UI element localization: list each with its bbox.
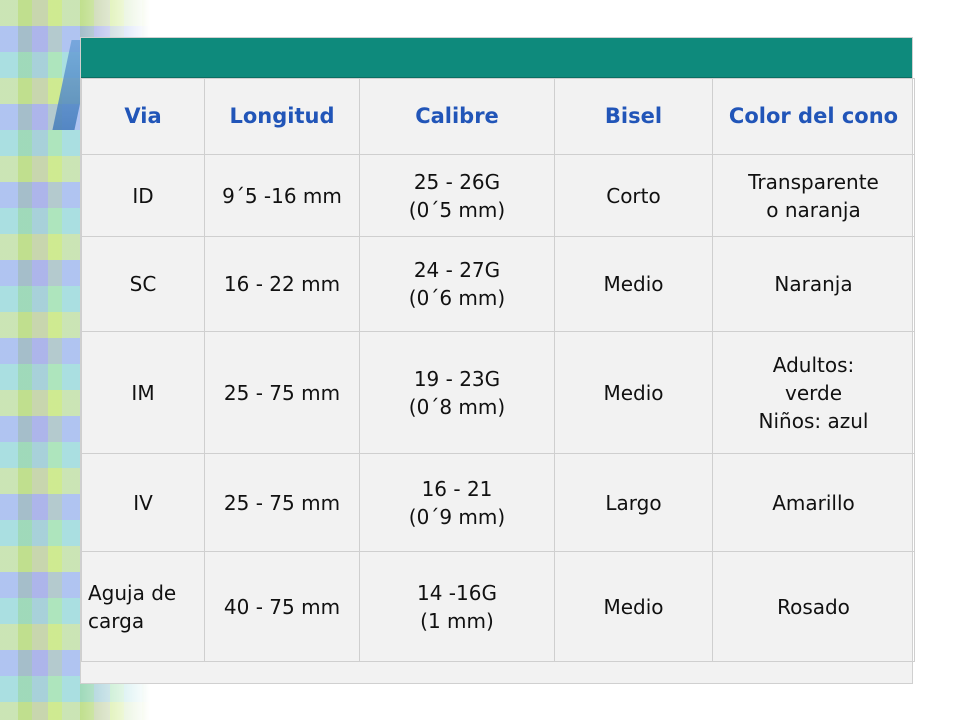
calibre-diameter: (0´5 mm): [408, 197, 506, 222]
cell-bisel: Medio: [554, 236, 713, 332]
calibre-gauge: 24 - 27G: [413, 258, 501, 282]
table-header-row: Via Longitud Calibre Bisel Color del con…: [81, 78, 915, 155]
cell-via: IV: [81, 453, 205, 552]
color-line: Amarillo: [772, 490, 855, 515]
header-calibre: Calibre: [359, 78, 555, 155]
cell-via: SC: [81, 236, 205, 332]
header-longitud: Longitud: [204, 78, 360, 155]
table-row: IV 25 - 75 mm 16 - 21 (0´9 mm) Largo Ama…: [81, 453, 915, 552]
color-line: Naranja: [774, 272, 853, 296]
color-line: verde: [784, 380, 842, 405]
via-line: Aguja de: [88, 580, 177, 605]
via-line: carga: [88, 608, 145, 633]
cell-via: Aguja de carga: [81, 551, 205, 662]
cell-calibre: 25 - 26G (0´5 mm): [359, 154, 555, 237]
cell-longitud: 9´5 -16 mm: [204, 154, 360, 237]
table-row: IM 25 - 75 mm 19 - 23G (0´8 mm) Medio Ad…: [81, 331, 915, 454]
table-row: ID 9´5 -16 mm 25 - 26G (0´5 mm) Corto Tr…: [81, 154, 915, 237]
calibre-diameter: (0´6 mm): [408, 286, 506, 310]
cell-via: IM: [81, 331, 205, 454]
cell-bisel: Medio: [554, 331, 713, 454]
cell-bisel: Medio: [554, 551, 713, 662]
color-line: Rosado: [777, 594, 850, 619]
cell-calibre: 24 - 27G (0´6 mm): [359, 236, 555, 332]
color-line: Niños: azul: [758, 408, 869, 433]
cell-calibre: 14 -16G (1 mm): [359, 551, 555, 662]
calibre-diameter: (0´9 mm): [408, 504, 506, 529]
calibre-gauge: 25 - 26G: [413, 169, 501, 194]
cell-color: Transparente o naranja: [712, 154, 915, 237]
header-bisel: Bisel: [554, 78, 713, 155]
table-row: Aguja de carga 40 - 75 mm 14 -16G (1 mm)…: [81, 551, 915, 662]
header-color-del-cono: Color del cono: [712, 78, 915, 155]
cell-calibre: 19 - 23G (0´8 mm): [359, 331, 555, 454]
cell-longitud: 16 - 22 mm: [204, 236, 360, 332]
needle-table: Via Longitud Calibre Bisel Color del con…: [81, 78, 915, 662]
color-line: Transparente: [748, 169, 879, 194]
cell-color: Amarillo: [712, 453, 915, 552]
cell-via: ID: [81, 154, 205, 237]
table-row: SC 16 - 22 mm 24 - 27G (0´6 mm) Medio Na…: [81, 236, 915, 332]
cell-bisel: Corto: [554, 154, 713, 237]
cell-longitud: 25 - 75 mm: [204, 453, 360, 552]
color-line: Adultos:: [772, 352, 855, 377]
table-title-bar: [81, 38, 912, 78]
calibre-diameter: (1 mm): [420, 608, 494, 633]
header-via: Via: [81, 78, 205, 155]
cell-bisel: Largo: [554, 453, 713, 552]
cell-color: Naranja: [712, 236, 915, 332]
cell-calibre: 16 - 21 (0´9 mm): [359, 453, 555, 552]
needle-table-container: Via Longitud Calibre Bisel Color del con…: [80, 37, 915, 684]
cell-longitud: 25 - 75 mm: [204, 331, 360, 454]
calibre-diameter: (0´8 mm): [408, 394, 506, 419]
cell-longitud: 40 - 75 mm: [204, 551, 360, 662]
calibre-gauge: 19 - 23G: [413, 366, 501, 391]
calibre-gauge: 16 - 21: [421, 476, 493, 501]
calibre-gauge: 14 -16G: [417, 580, 497, 605]
cell-color: Adultos: verde Niños: azul: [712, 331, 915, 454]
color-line: o naranja: [766, 197, 861, 222]
cell-color: Rosado: [712, 551, 915, 662]
